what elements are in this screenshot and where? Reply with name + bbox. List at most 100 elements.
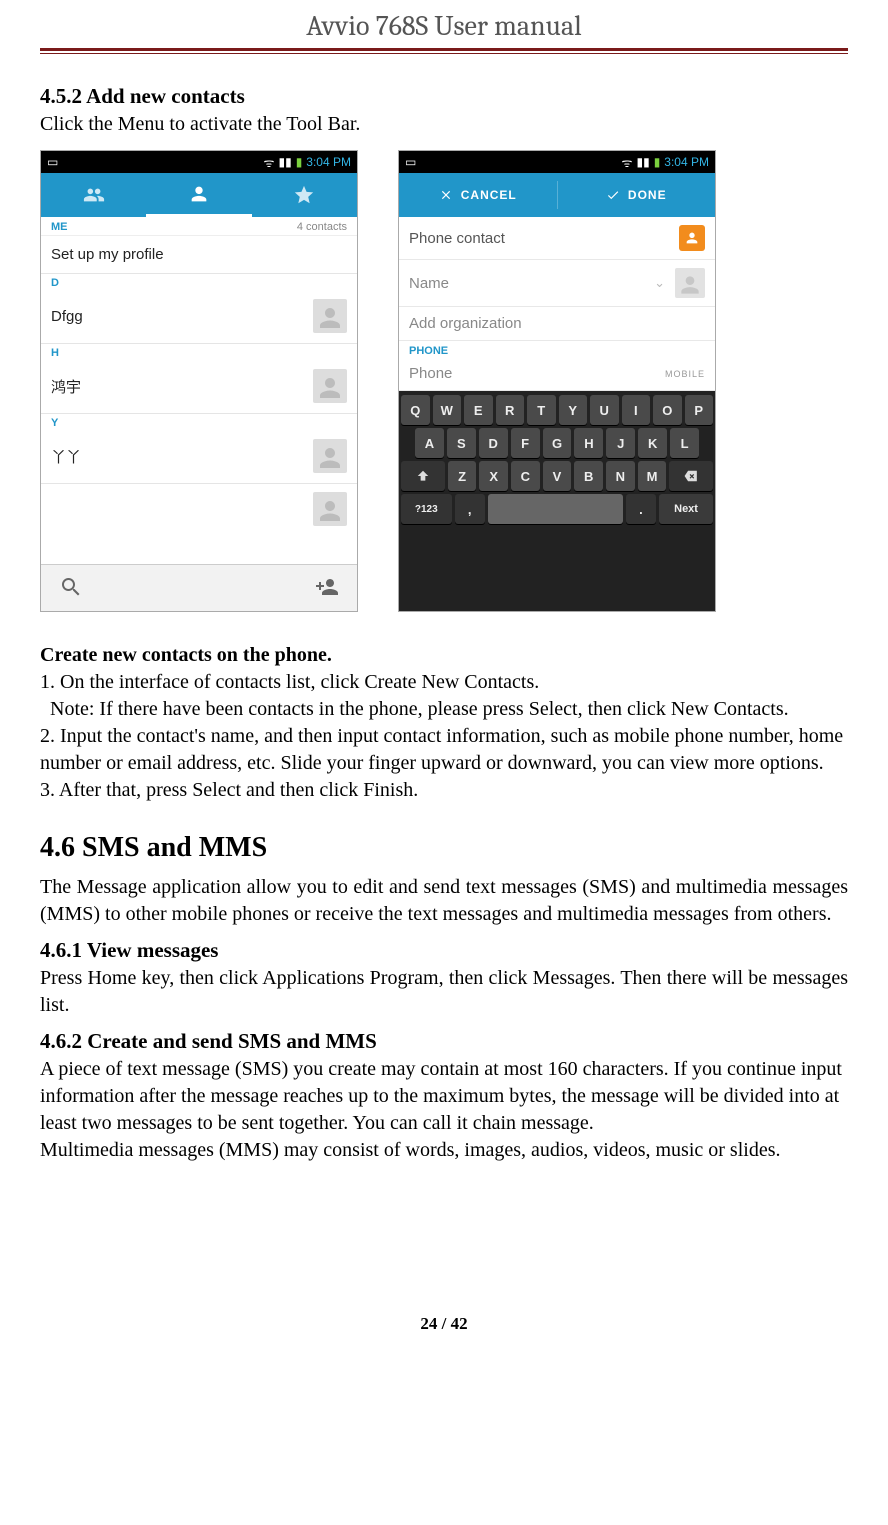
battery-icon: ▮ [654, 155, 661, 169]
tab-favorites[interactable] [252, 173, 357, 217]
heading-452: 4.5.2 Add new contacts [40, 84, 848, 109]
contact-row-empty [41, 484, 357, 534]
key-w[interactable]: W [433, 395, 462, 425]
key-i[interactable]: I [622, 395, 651, 425]
contact-row-h[interactable]: 鸿宇 [41, 359, 357, 414]
key-q[interactable]: Q [401, 395, 430, 425]
key-r[interactable]: R [496, 395, 525, 425]
name-placeholder: Name [409, 275, 449, 292]
comma-key[interactable]: , [455, 494, 485, 524]
cancel-label: CANCEL [461, 188, 517, 202]
backspace-key[interactable] [669, 461, 713, 491]
section-me: ME 4 contacts [41, 217, 357, 236]
para-462b: Multimedia messages (MMS) may consist of… [40, 1137, 848, 1164]
create-contacts-note: Note: If there have been contacts in the… [40, 696, 848, 723]
avatar-placeholder [313, 439, 347, 473]
space-key[interactable] [488, 494, 623, 524]
section-d: D [41, 274, 357, 289]
page-header: Avvio 768S User manual [40, 0, 848, 48]
phone-type: MOBILE [665, 369, 705, 379]
phone-placeholder: Phone [409, 365, 452, 382]
key-s[interactable]: S [447, 428, 476, 458]
photo-placeholder[interactable] [675, 268, 705, 298]
key-v[interactable]: V [543, 461, 572, 491]
contact-form: Phone contact Name ⌄ Add organization PH… [399, 217, 715, 391]
status-time: 3:04 PM [664, 155, 709, 169]
key-n[interactable]: N [606, 461, 635, 491]
home-indicator-icon: ▭ [405, 155, 416, 169]
key-o[interactable]: O [653, 395, 682, 425]
key-l[interactable]: L [670, 428, 699, 458]
contact-row-d[interactable]: Dfgg [41, 289, 357, 344]
done-button[interactable]: DONE [558, 173, 716, 217]
account-label: Phone contact [409, 230, 505, 247]
contact-row-y[interactable]: 丫丫 [41, 429, 357, 484]
star-icon [293, 184, 315, 206]
organization-field[interactable]: Add organization [399, 307, 715, 341]
phone-section-label: PHONE [399, 341, 715, 357]
symbols-key[interactable]: ?123 [401, 494, 452, 524]
screenshot-new-contact: ▭ ᯤ ▮▮ ▮ 3:04 PM CANCEL DONE [398, 150, 716, 612]
me-label: ME [51, 221, 68, 233]
header-title-prefix: Avvio 768S [306, 10, 428, 42]
key-e[interactable]: E [464, 395, 493, 425]
tab-groups[interactable] [41, 173, 146, 217]
key-k[interactable]: K [638, 428, 667, 458]
key-u[interactable]: U [590, 395, 619, 425]
contact-name: Dfgg [51, 308, 83, 325]
key-x[interactable]: X [479, 461, 508, 491]
avatar-placeholder [313, 369, 347, 403]
heading-462: 4.6.2 Create and send SMS and MMS [40, 1029, 848, 1054]
status-bar: ▭ ᯤ ▮▮ ▮ 3:04 PM [41, 151, 357, 173]
shift-key[interactable] [401, 461, 445, 491]
contacts-count: 4 contacts [297, 221, 347, 233]
chevron-down-icon[interactable]: ⌄ [654, 275, 665, 291]
top-actions: CANCEL DONE [399, 173, 715, 217]
para-462a: A piece of text message (SMS) you create… [40, 1056, 848, 1137]
key-t[interactable]: T [527, 395, 556, 425]
profile-label: Set up my profile [51, 246, 164, 263]
create-contacts-heading: Create new contacts on the phone. [40, 642, 848, 669]
signal-icon: ▮▮ [636, 155, 649, 169]
row-setup-profile[interactable]: Set up my profile [41, 236, 357, 274]
tab-all-contacts[interactable] [146, 173, 251, 217]
phone-field[interactable]: Phone MOBILE [399, 357, 715, 391]
backspace-icon [682, 469, 700, 483]
heading-461: 4.6.1 View messages [40, 938, 848, 963]
done-label: DONE [628, 188, 667, 202]
heading-46: 4.6 SMS and MMS [40, 832, 848, 864]
key-y[interactable]: Y [559, 395, 588, 425]
key-d[interactable]: D [479, 428, 508, 458]
org-placeholder: Add organization [409, 315, 522, 332]
add-person-icon [315, 575, 339, 599]
page-footer: 24 / 42 [40, 1314, 848, 1334]
key-z[interactable]: Z [448, 461, 477, 491]
key-c[interactable]: C [511, 461, 540, 491]
screenshot-contacts-list: ▭ ᯤ ▮▮ ▮ 3:04 PM [40, 150, 358, 612]
key-m[interactable]: M [638, 461, 667, 491]
key-f[interactable]: F [511, 428, 540, 458]
next-key[interactable]: Next [659, 494, 713, 524]
key-g[interactable]: G [543, 428, 572, 458]
header-rule [40, 48, 848, 54]
key-j[interactable]: J [606, 428, 635, 458]
key-a[interactable]: A [415, 428, 444, 458]
add-contact-button[interactable] [315, 575, 339, 602]
signal-icon: ▮▮ [278, 155, 291, 169]
create-contacts-step1: 1. On the interface of contacts list, cl… [40, 669, 848, 696]
period-key[interactable]: . [626, 494, 656, 524]
key-b[interactable]: B [574, 461, 603, 491]
wifi-icon: ᯤ [622, 154, 633, 171]
section-h: H [41, 344, 357, 359]
account-row[interactable]: Phone contact [399, 217, 715, 260]
home-indicator-icon: ▭ [47, 155, 58, 169]
key-h[interactable]: H [574, 428, 603, 458]
name-field[interactable]: Name ⌄ [399, 260, 715, 307]
key-p[interactable]: P [685, 395, 714, 425]
search-button[interactable] [59, 575, 83, 602]
check-icon [606, 188, 620, 202]
contacts-tabs [41, 173, 357, 217]
create-contacts-step2: 2. Input the contact's name, and then in… [40, 723, 848, 777]
person-icon [188, 183, 210, 205]
cancel-button[interactable]: CANCEL [399, 173, 557, 217]
